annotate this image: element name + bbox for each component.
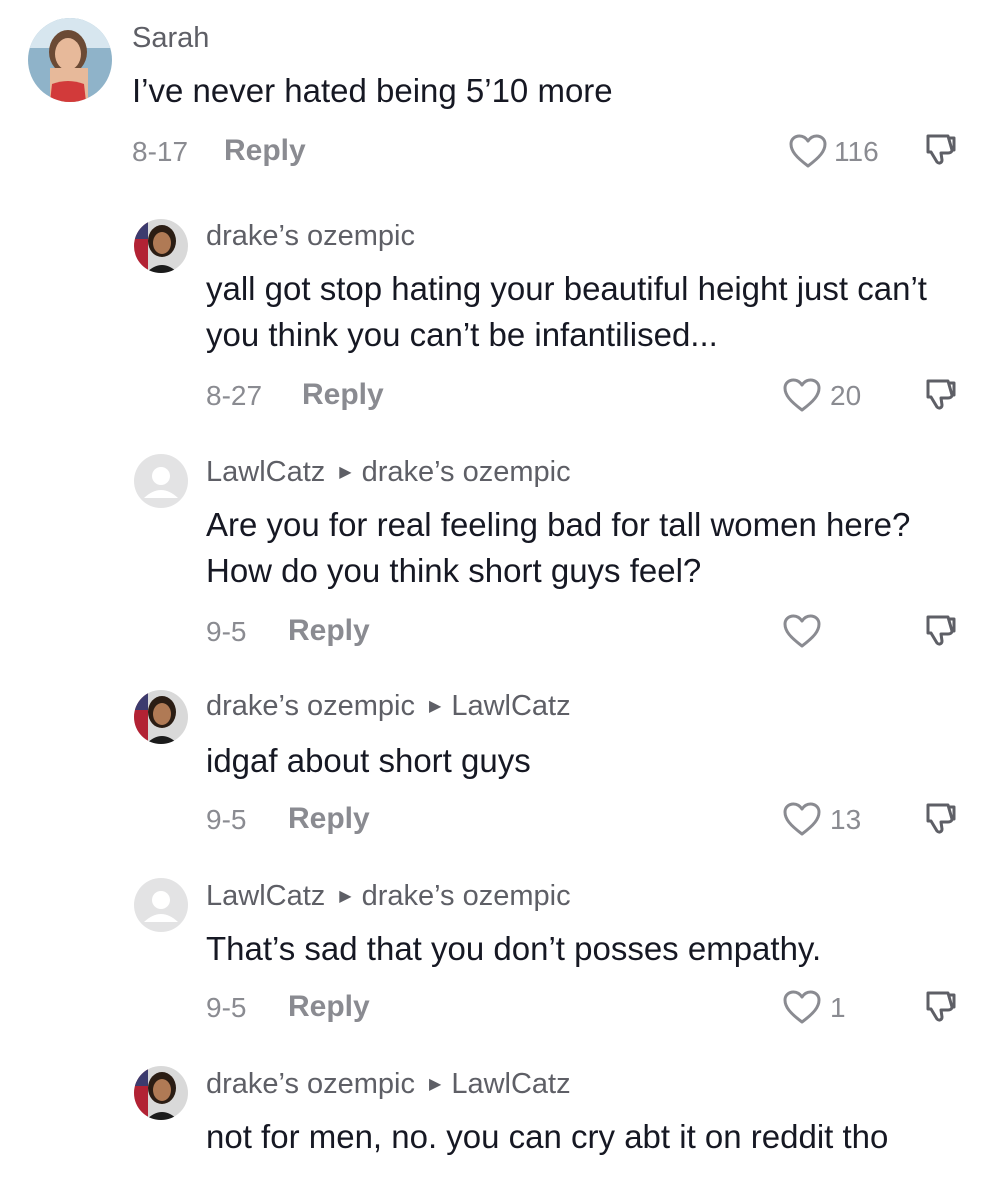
author-name[interactable]: LawlCatz xyxy=(206,456,325,489)
comment-date: 8-17 xyxy=(132,136,189,167)
comment-date: 9-5 xyxy=(206,804,247,835)
avatar[interactable] xyxy=(134,690,188,744)
reply-button[interactable]: Reply xyxy=(288,990,370,1024)
reply-to-name[interactable]: LawlCatz xyxy=(451,690,570,723)
comment-date: 9-5 xyxy=(206,616,247,647)
default-avatar-icon xyxy=(134,454,188,508)
like-count: 20 xyxy=(830,380,862,411)
default-avatar-icon xyxy=(134,878,188,932)
comment-text: not for men, no. you can cry abt it on r… xyxy=(206,1118,889,1155)
comment-text: I’ve never hated being 5’10 more xyxy=(132,72,613,109)
drake-avatar-image xyxy=(134,690,188,744)
reply-to-name[interactable]: LawlCatz xyxy=(451,1068,570,1101)
comment-text: idgaf about short guys xyxy=(206,742,531,779)
author-name[interactable]: drake’s ozempic xyxy=(206,1068,415,1101)
avatar[interactable] xyxy=(134,454,188,508)
reply-button[interactable]: Reply xyxy=(224,134,306,168)
comment-date: 8-27 xyxy=(206,380,263,411)
comment-author[interactable]: drake’s ozempic ▶ LawlCatz xyxy=(206,690,571,723)
comment-author[interactable]: LawlCatz ▶ drake’s ozempic xyxy=(206,880,571,913)
like-count: 13 xyxy=(830,804,862,835)
heart-icon[interactable] xyxy=(782,613,822,649)
heart-icon[interactable] xyxy=(782,377,822,413)
thumbs-down-icon[interactable] xyxy=(922,375,960,413)
sarah-avatar-image xyxy=(28,18,112,102)
reply-to-name[interactable]: drake’s ozempic xyxy=(362,456,571,489)
thumbs-down-icon[interactable] xyxy=(922,799,960,837)
like-count: 116 xyxy=(834,136,879,167)
comment-text: That’s sad that you don’t posses empathy… xyxy=(206,930,822,967)
comment-author[interactable]: drake’s ozempic ▶ LawlCatz xyxy=(206,1068,571,1101)
thumbs-down-icon[interactable] xyxy=(922,130,960,168)
avatar[interactable] xyxy=(134,878,188,932)
thumbs-down-icon[interactable] xyxy=(922,987,960,1025)
triangle-right-icon: ▶ xyxy=(429,1075,442,1093)
author-name[interactable]: Sarah xyxy=(132,22,209,55)
avatar[interactable] xyxy=(134,1066,188,1120)
author-name[interactable]: drake’s ozempic xyxy=(206,220,415,253)
author-name[interactable]: drake’s ozempic xyxy=(206,690,415,723)
reply-button[interactable]: Reply xyxy=(302,378,384,412)
avatar[interactable] xyxy=(28,18,112,102)
comment-date: 9-5 xyxy=(206,992,247,1023)
triangle-right-icon: ▶ xyxy=(339,887,352,905)
reply-button[interactable]: Reply xyxy=(288,614,370,648)
triangle-right-icon: ▶ xyxy=(339,463,352,481)
thumbs-down-icon[interactable] xyxy=(922,611,960,649)
comment-author[interactable]: LawlCatz ▶ drake’s ozempic xyxy=(206,456,571,489)
heart-icon[interactable] xyxy=(782,801,822,837)
comment-author[interactable]: Sarah xyxy=(132,22,209,55)
triangle-right-icon: ▶ xyxy=(429,697,442,715)
heart-icon[interactable] xyxy=(782,989,822,1025)
avatar[interactable] xyxy=(134,219,188,273)
comment-text: yall got stop hating your beautiful heig… xyxy=(206,270,927,353)
drake-avatar-image xyxy=(134,1066,188,1120)
reply-to-name[interactable]: drake’s ozempic xyxy=(362,880,571,913)
drake-avatar-image xyxy=(134,219,188,273)
like-count: 1 xyxy=(830,992,846,1023)
author-name[interactable]: LawlCatz xyxy=(206,880,325,913)
comment-text: Are you for real feeling bad for tall wo… xyxy=(206,506,911,589)
heart-icon[interactable] xyxy=(788,133,828,169)
reply-button[interactable]: Reply xyxy=(288,802,370,836)
comment-author[interactable]: drake’s ozempic xyxy=(206,220,415,253)
